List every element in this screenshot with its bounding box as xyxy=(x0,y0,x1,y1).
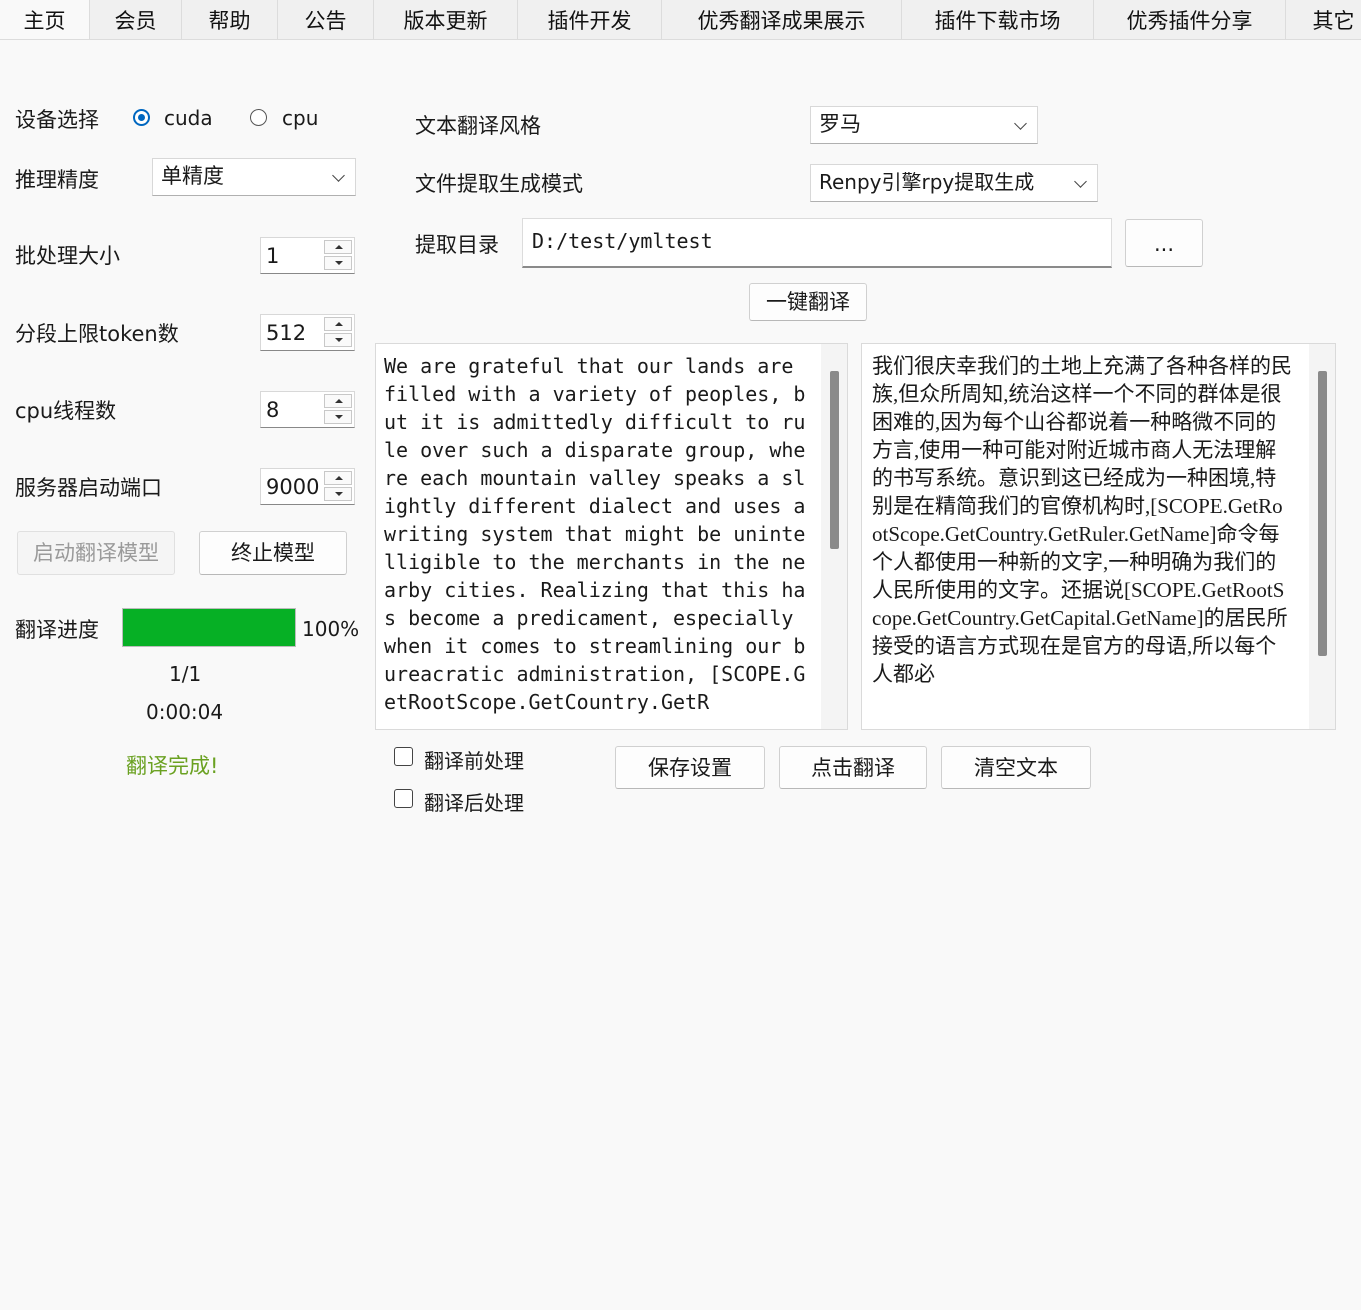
stop-model-button[interactable]: 终止模型 xyxy=(199,531,347,575)
progress-fill xyxy=(123,609,295,646)
browse-button[interactable]: ... xyxy=(1125,219,1203,267)
style-value: 罗马 xyxy=(819,112,861,136)
spin-up-icon[interactable] xyxy=(324,240,352,254)
batch-label: 批处理大小 xyxy=(15,244,120,268)
scroll-thumb[interactable] xyxy=(830,371,839,549)
progress-count: 1/1 xyxy=(169,662,202,686)
device-label: 设备选择 xyxy=(15,108,99,132)
save-settings-button[interactable]: 保存设置 xyxy=(615,746,765,789)
tab-version-update[interactable]: 版本更新 xyxy=(374,0,518,39)
source-textarea[interactable]: We are grateful that our lands are fille… xyxy=(375,343,848,730)
pre-process-checkbox[interactable] xyxy=(394,747,413,766)
tab-plugin-market[interactable]: 插件下载市场 xyxy=(902,0,1094,39)
threads-label: cpu线程数 xyxy=(15,399,117,423)
start-model-button[interactable]: 启动翻译模型 xyxy=(17,531,175,575)
precision-label: 推理精度 xyxy=(15,168,99,192)
target-text: 我们很庆幸我们的土地上充满了各种各样的民族,但众所周知,统治这样一个不同的群体是… xyxy=(872,354,1292,686)
port-label: 服务器启动端口 xyxy=(15,476,162,500)
translate-button[interactable]: 点击翻译 xyxy=(779,746,927,789)
tab-bar: 主页 会员 帮助 公告 版本更新 插件开发 优秀翻译成果展示 插件下载市场 优秀… xyxy=(0,0,1361,40)
status-text: 翻译完成! xyxy=(126,754,219,778)
spin-down-icon[interactable] xyxy=(324,256,352,270)
pre-process-label: 翻译前处理 xyxy=(424,749,524,773)
spin-down-icon[interactable] xyxy=(324,410,352,424)
token-label: 分段上限token数 xyxy=(15,322,179,346)
mode-select[interactable]: Renpy引擎rpy提取生成 xyxy=(810,164,1098,202)
spin-up-icon[interactable] xyxy=(324,471,352,485)
progress-percent: 100% xyxy=(302,617,360,641)
tab-plugin-share[interactable]: 优秀插件分享 xyxy=(1094,0,1286,39)
threads-value: 8 xyxy=(266,398,280,422)
token-value: 512 xyxy=(266,321,307,345)
target-scrollbar[interactable] xyxy=(1309,344,1335,729)
threads-stepper[interactable]: 8 xyxy=(260,391,355,428)
device-option-cpu: cpu xyxy=(282,106,319,130)
tab-member[interactable]: 会员 xyxy=(90,0,182,39)
device-radio-cuda[interactable] xyxy=(133,109,150,126)
device-option-cuda: cuda xyxy=(164,106,213,130)
spin-down-icon[interactable] xyxy=(324,333,352,347)
post-process-label: 翻译后处理 xyxy=(424,791,524,815)
style-select[interactable]: 罗马 xyxy=(810,106,1038,144)
chevron-down-icon xyxy=(1074,175,1087,188)
tab-plugin-dev[interactable]: 插件开发 xyxy=(518,0,662,39)
style-label: 文本翻译风格 xyxy=(415,114,541,138)
chevron-down-icon xyxy=(332,169,345,182)
progress-label: 翻译进度 xyxy=(15,618,99,642)
token-stepper[interactable]: 512 xyxy=(260,314,355,351)
precision-value: 单精度 xyxy=(161,164,224,188)
one-click-translate-button[interactable]: 一键翻译 xyxy=(749,283,867,321)
batch-stepper[interactable]: 1 xyxy=(260,237,355,274)
spin-up-icon[interactable] xyxy=(324,317,352,331)
elapsed-time: 0:00:04 xyxy=(146,700,224,724)
dir-label: 提取目录 xyxy=(415,233,499,257)
batch-value: 1 xyxy=(266,244,280,268)
tab-announcement[interactable]: 公告 xyxy=(278,0,374,39)
chevron-down-icon xyxy=(1014,117,1027,130)
clear-text-button[interactable]: 清空文本 xyxy=(941,746,1091,789)
dir-input[interactable]: D:/test/ymltest xyxy=(522,218,1112,268)
tab-help[interactable]: 帮助 xyxy=(182,0,278,39)
mode-label: 文件提取生成模式 xyxy=(415,172,583,196)
device-radio-cpu[interactable] xyxy=(250,109,267,126)
source-scrollbar[interactable] xyxy=(821,344,847,729)
source-text: We are grateful that our lands are fille… xyxy=(384,354,818,714)
dir-value: D:/test/ymltest xyxy=(532,229,713,253)
precision-select[interactable]: 单精度 xyxy=(152,158,356,196)
tab-showcase[interactable]: 优秀翻译成果展示 xyxy=(662,0,902,39)
scroll-thumb[interactable] xyxy=(1318,371,1327,656)
port-value: 9000 xyxy=(266,475,320,499)
tab-other[interactable]: 其它 xyxy=(1286,0,1361,39)
post-process-checkbox[interactable] xyxy=(394,789,413,808)
tab-home[interactable]: 主页 xyxy=(0,0,90,39)
progress-bar xyxy=(122,608,296,647)
spin-up-icon[interactable] xyxy=(324,394,352,408)
port-stepper[interactable]: 9000 xyxy=(260,468,355,505)
target-textarea[interactable]: 我们很庆幸我们的土地上充满了各种各样的民族,但众所周知,统治这样一个不同的群体是… xyxy=(861,343,1336,730)
mode-value: Renpy引擎rpy提取生成 xyxy=(819,170,1035,194)
spin-down-icon[interactable] xyxy=(324,487,352,501)
